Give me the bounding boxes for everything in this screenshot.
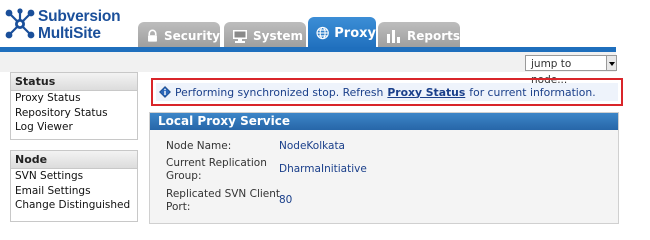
sidebar-status-heading: Status xyxy=(11,73,137,91)
tab-system-label: System xyxy=(253,28,303,43)
replication-group-label-line1: Current Replication xyxy=(166,157,267,169)
local-proxy-service-panel: Local Proxy Service Node Name: NodeKolka… xyxy=(149,112,619,224)
sidebar-item-svn-settings[interactable]: SVN Settings xyxy=(11,169,137,184)
sidebar-node-heading: Node xyxy=(11,151,137,169)
status-message-highlight: Performing synchronized stop. Refresh Pr… xyxy=(151,78,623,106)
chevron-down-icon[interactable] xyxy=(607,55,617,71)
svn-client-port-label-line1: Replicated SVN Client xyxy=(166,188,281,200)
sidebar-status-section: Status Proxy Status Repository Status Lo… xyxy=(10,72,138,140)
message-suffix: for current information. xyxy=(469,85,596,99)
panel-title: Local Proxy Service xyxy=(150,113,618,130)
logo-line-1: Subversion xyxy=(38,8,121,25)
toolbar-strip xyxy=(0,52,616,72)
tab-security[interactable]: Security xyxy=(138,22,220,49)
tab-proxy-label: Proxy xyxy=(334,25,376,41)
svn-client-port-label: Replicated SVN Client Port: xyxy=(166,188,280,214)
jump-to-node-select[interactable]: jump to node... xyxy=(525,55,607,86)
app-logo: Subversion MultiSite xyxy=(4,4,144,48)
sidebar-item-log-viewer[interactable]: Log Viewer xyxy=(11,120,137,135)
tab-proxy[interactable]: Proxy xyxy=(308,17,376,49)
bar-chart-icon xyxy=(386,29,400,43)
sidebar-node-section: Node SVN Settings Email Settings Change … xyxy=(10,150,138,222)
replication-group-label-line2: Group: xyxy=(166,170,202,182)
sidebar-item-repository-status[interactable]: Repository Status xyxy=(11,106,137,121)
tab-reports[interactable]: Reports xyxy=(378,22,460,49)
svn-client-port-value: 80 xyxy=(279,194,293,206)
message-prefix: Performing synchronized stop. Refresh xyxy=(175,85,384,99)
sidebar-item-change-distinguished[interactable]: Change Distinguished xyxy=(11,198,137,213)
monitor-icon xyxy=(233,29,247,43)
globe-icon xyxy=(316,26,329,40)
status-message: Performing synchronized stop. Refresh Pr… xyxy=(156,83,618,101)
network-hub-icon xyxy=(5,8,35,39)
lock-icon xyxy=(148,29,157,42)
node-name-label: Node Name: xyxy=(166,140,232,152)
sidebar-item-proxy-status[interactable]: Proxy Status xyxy=(11,91,137,106)
logo-line-2: MultiSite xyxy=(38,25,101,42)
node-name-value: NodeKolkata xyxy=(279,140,345,152)
tab-system[interactable]: System xyxy=(224,22,306,49)
replication-group-label: Current Replication Group: xyxy=(166,157,267,183)
info-diamond-icon xyxy=(159,86,171,98)
proxy-status-link[interactable]: Proxy Status xyxy=(387,86,465,99)
replication-group-value: DharmaInitiative xyxy=(279,163,367,175)
app-title: Subversion MultiSite xyxy=(38,8,121,42)
panel-body: Node Name: NodeKolkata Current Replicati… xyxy=(150,130,618,223)
tab-security-label: Security xyxy=(163,28,220,43)
svn-client-port-label-line2: Port: xyxy=(166,201,191,213)
sidebar-item-email-settings[interactable]: Email Settings xyxy=(11,184,137,199)
tab-reports-label: Reports xyxy=(406,28,460,43)
